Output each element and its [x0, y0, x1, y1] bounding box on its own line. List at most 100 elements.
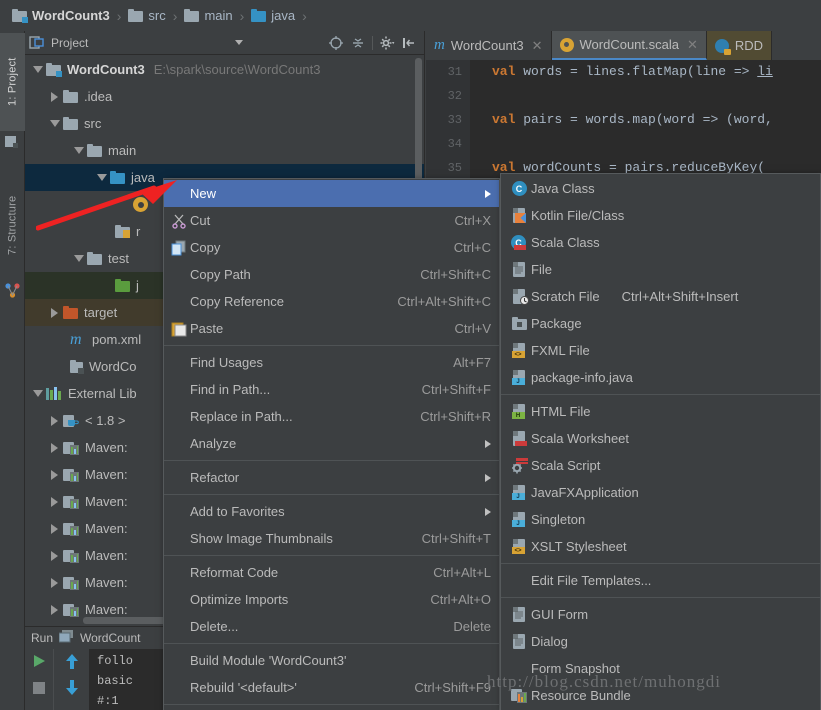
menu-item-label: Copy: [190, 240, 221, 255]
tree-row-main[interactable]: main: [25, 137, 424, 164]
maven-lib-icon: [63, 576, 79, 590]
expander-down-icon[interactable]: [70, 142, 87, 159]
menu-item-copy-path[interactable]: Copy Path Ctrl+Shift+C: [164, 261, 499, 288]
menu-item-new[interactable]: New: [164, 180, 499, 207]
tree-row-wordcount3[interactable]: WordCount3 E:\spark\source\WordCount3: [25, 56, 424, 83]
menu-item-reformat-code[interactable]: Reformat Code Ctrl+Alt+L: [164, 559, 499, 586]
submenu-item-java-class[interactable]: C Java Class: [501, 175, 820, 202]
expander-down-icon[interactable]: [70, 250, 87, 267]
sidebar-item-project[interactable]: 1: Project: [0, 33, 25, 131]
menu-item-label: Analyze: [190, 436, 237, 451]
expander-right-icon[interactable]: [46, 412, 63, 429]
menu-item-refactor[interactable]: Refactor: [164, 464, 499, 491]
menu-item-delete[interactable]: Delete... Delete: [164, 613, 499, 640]
tab-wordcount-scala[interactable]: WordCount.scala ✕: [551, 31, 707, 60]
submenu-item-scala-worksheet[interactable]: Scala Worksheet: [501, 425, 820, 452]
menu-item-add-to-favorites[interactable]: Add to Favorites: [164, 498, 499, 525]
tree-row-src[interactable]: src: [25, 110, 424, 137]
run-icon[interactable]: [31, 653, 47, 672]
close-icon[interactable]: ✕: [532, 38, 543, 54]
submenu-item-gui-form[interactable]: GUI Form: [501, 601, 820, 628]
expander-right-icon[interactable]: [46, 601, 63, 618]
submenu-item-kotlin-file-class[interactable]: Kotlin File/Class: [501, 202, 820, 229]
expander-right-icon[interactable]: [46, 439, 63, 456]
submenu-item-label: Java Class: [531, 181, 595, 196]
tree-row-label: WordCount3: [67, 62, 145, 77]
scroll-up-icon[interactable]: [64, 653, 80, 673]
menu-item-build-module[interactable]: Build Module 'WordCount3': [164, 647, 499, 674]
tab-wordcount3[interactable]: m WordCount3 ✕: [426, 31, 552, 60]
expander-down-icon[interactable]: [29, 61, 46, 78]
expander-right-icon[interactable]: [46, 304, 63, 321]
scala-script-icon: [507, 458, 531, 474]
submenu-item-edit-file-templates[interactable]: Edit File Templates...: [501, 567, 820, 594]
menu-item-analyze[interactable]: Analyze: [164, 430, 499, 457]
close-icon[interactable]: ✕: [687, 37, 698, 53]
menu-item-label: Show Image Thumbnails: [190, 531, 333, 546]
project-view-icon: [29, 35, 45, 50]
scala-class-locked-icon: [714, 38, 731, 55]
submenu-item-fxml-file[interactable]: <> FXML File: [501, 337, 820, 364]
sidebar-item-structure[interactable]: 7: Structure: [0, 171, 25, 279]
expander-down-icon[interactable]: [93, 169, 110, 186]
expander-right-icon[interactable]: [46, 88, 63, 105]
expander-right-icon[interactable]: [46, 520, 63, 537]
code-line: val words = lines.flatMap(line => li: [492, 64, 773, 79]
submenu-item-singleton[interactable]: J Singleton: [501, 506, 820, 533]
locate-icon[interactable]: [325, 33, 347, 53]
menu-item-show-image-thumbnails[interactable]: Show Image Thumbnails Ctrl+Shift+T: [164, 525, 499, 552]
expander-down-icon[interactable]: [46, 115, 63, 132]
expander-right-icon[interactable]: [46, 493, 63, 510]
project-folder-icon: [5, 135, 20, 149]
breadcrumb-item-main[interactable]: main: [182, 7, 234, 24]
tree-row-idea[interactable]: .idea: [25, 83, 424, 110]
run-config-name: WordCount: [80, 631, 141, 645]
submenu-item-html-file[interactable]: H HTML File: [501, 398, 820, 425]
menu-separator: [164, 460, 499, 461]
expander-right-icon[interactable]: [46, 547, 63, 564]
hide-icon[interactable]: [398, 33, 420, 53]
menu-item-cut[interactable]: Cut Ctrl+X: [164, 207, 499, 234]
submenu-item-scratch-file[interactable]: Scratch File Ctrl+Alt+Shift+Insert: [501, 283, 820, 310]
submenu-item-xslt-stylesheet[interactable]: <> XSLT Stylesheet: [501, 533, 820, 560]
chevron-down-icon[interactable]: [228, 33, 250, 53]
submenu-item-dialog[interactable]: Dialog: [501, 628, 820, 655]
menu-item-find-in-path[interactable]: Find in Path... Ctrl+Shift+F: [164, 376, 499, 403]
menu-item-label: Reformat Code: [190, 565, 279, 580]
tree-row-label: WordCo: [89, 359, 137, 374]
tree-row-label: pom.xml: [92, 332, 142, 347]
menu-item-rebuild[interactable]: Rebuild '<default>' Ctrl+Shift+F9: [164, 674, 499, 701]
java-file-icon: J: [507, 370, 531, 385]
breadcrumb-item-src[interactable]: src: [126, 7, 167, 24]
breadcrumb-item-java[interactable]: java: [249, 7, 297, 24]
submenu-item-scala-class[interactable]: C Scala Class: [501, 229, 820, 256]
submenu-item-javafxapplication[interactable]: J JavaFXApplication: [501, 479, 820, 506]
menu-item-copy[interactable]: Copy Ctrl+C: [164, 234, 499, 261]
menu-item-label: Find in Path...: [190, 382, 271, 397]
editor-tab-bar: m WordCount3 ✕ WordCount.scala ✕ RDD: [426, 31, 821, 60]
menu-item-copy-reference[interactable]: Copy Reference Ctrl+Alt+Shift+C: [164, 288, 499, 315]
tab-rdd[interactable]: RDD: [706, 31, 773, 60]
submenu-item-package-info-java[interactable]: J package-info.java: [501, 364, 820, 391]
menu-item-replace-in-path[interactable]: Replace in Path... Ctrl+Shift+R: [164, 403, 499, 430]
menu-item-find-usages[interactable]: Find Usages Alt+F7: [164, 349, 499, 376]
menu-item-paste[interactable]: Paste Ctrl+V: [164, 315, 499, 342]
breadcrumb-item-wordcount3[interactable]: WordCount3: [10, 7, 112, 24]
submenu-item-package[interactable]: Package: [501, 310, 820, 337]
expander-down-icon[interactable]: [29, 385, 46, 402]
submenu-item-file[interactable]: File: [501, 256, 820, 283]
line-number: 34: [447, 137, 462, 151]
tree-row-label: Maven:: [85, 440, 128, 455]
gear-icon[interactable]: [376, 33, 398, 53]
submenu-item-scala-script[interactable]: Scala Script: [501, 452, 820, 479]
menu-item-optimize-imports[interactable]: Optimize Imports Ctrl+Alt+O: [164, 586, 499, 613]
maven-lib-icon: [63, 522, 79, 536]
project-panel-title: Project: [51, 35, 89, 50]
expander-right-icon[interactable]: [46, 466, 63, 483]
menu-item-shortcut: Ctrl+Alt+Shift+C: [397, 294, 491, 309]
submenu-item-label: Scala Class: [531, 235, 600, 250]
collapse-all-icon[interactable]: [347, 33, 369, 53]
scroll-down-icon[interactable]: [64, 679, 80, 699]
stop-icon[interactable]: [32, 681, 46, 698]
expander-right-icon[interactable]: [46, 574, 63, 591]
